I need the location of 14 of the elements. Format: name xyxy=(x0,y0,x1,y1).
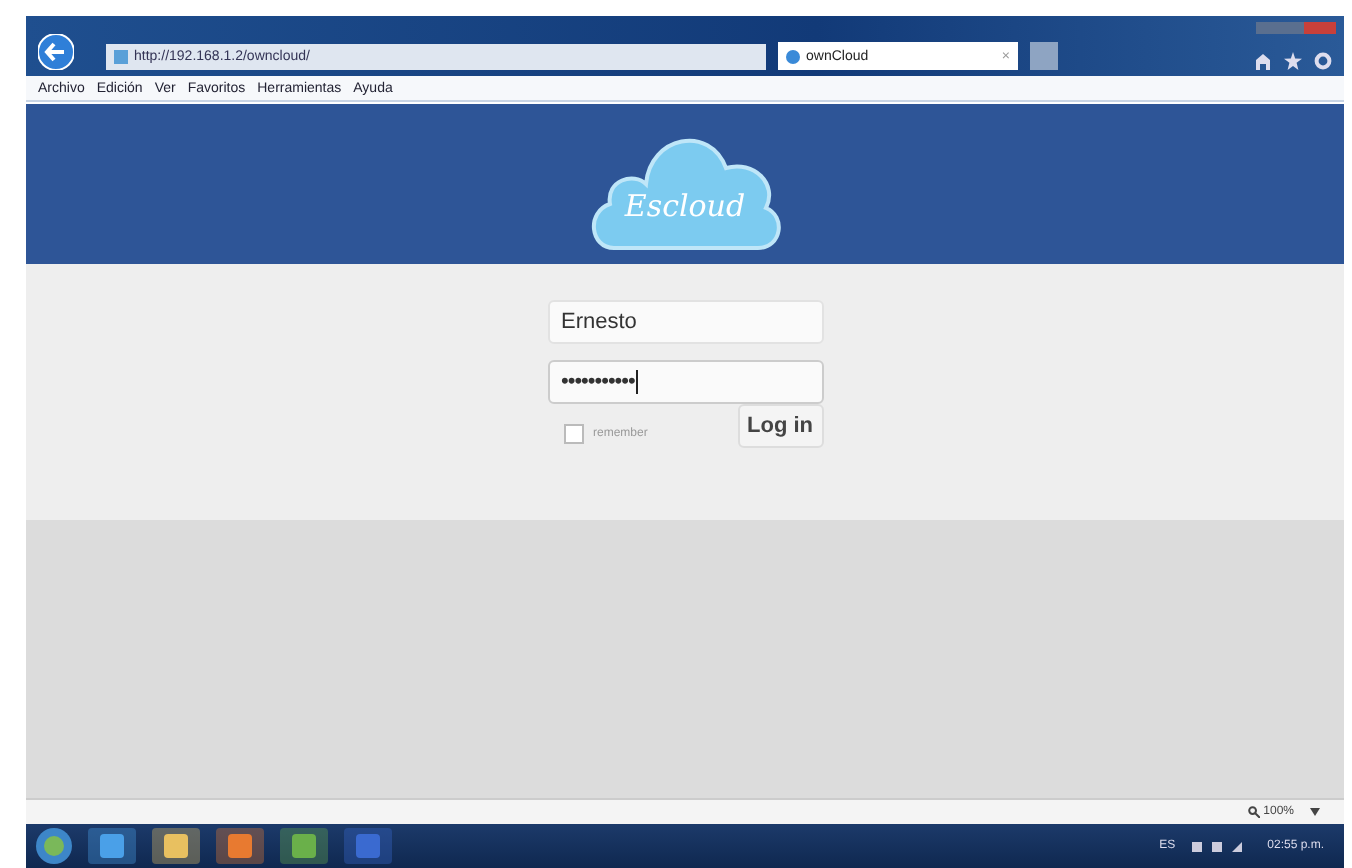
remember-checkbox[interactable] xyxy=(563,424,583,444)
password-field[interactable]: ••••••••••• xyxy=(547,360,823,404)
text-cursor xyxy=(636,370,639,394)
settings-icon[interactable] xyxy=(1314,52,1332,70)
username-field[interactable]: Ernesto xyxy=(547,300,823,344)
back-arrow-icon[interactable] xyxy=(38,34,74,70)
page-icon xyxy=(786,49,800,63)
login-button[interactable]: Log in xyxy=(737,404,823,448)
zoom-icon[interactable] xyxy=(1247,806,1260,818)
home-icon[interactable] xyxy=(1254,52,1272,70)
start-button[interactable] xyxy=(34,826,74,866)
caret-icon[interactable] xyxy=(1310,808,1320,816)
page-icon xyxy=(114,50,128,64)
star-icon[interactable] xyxy=(1284,52,1302,70)
